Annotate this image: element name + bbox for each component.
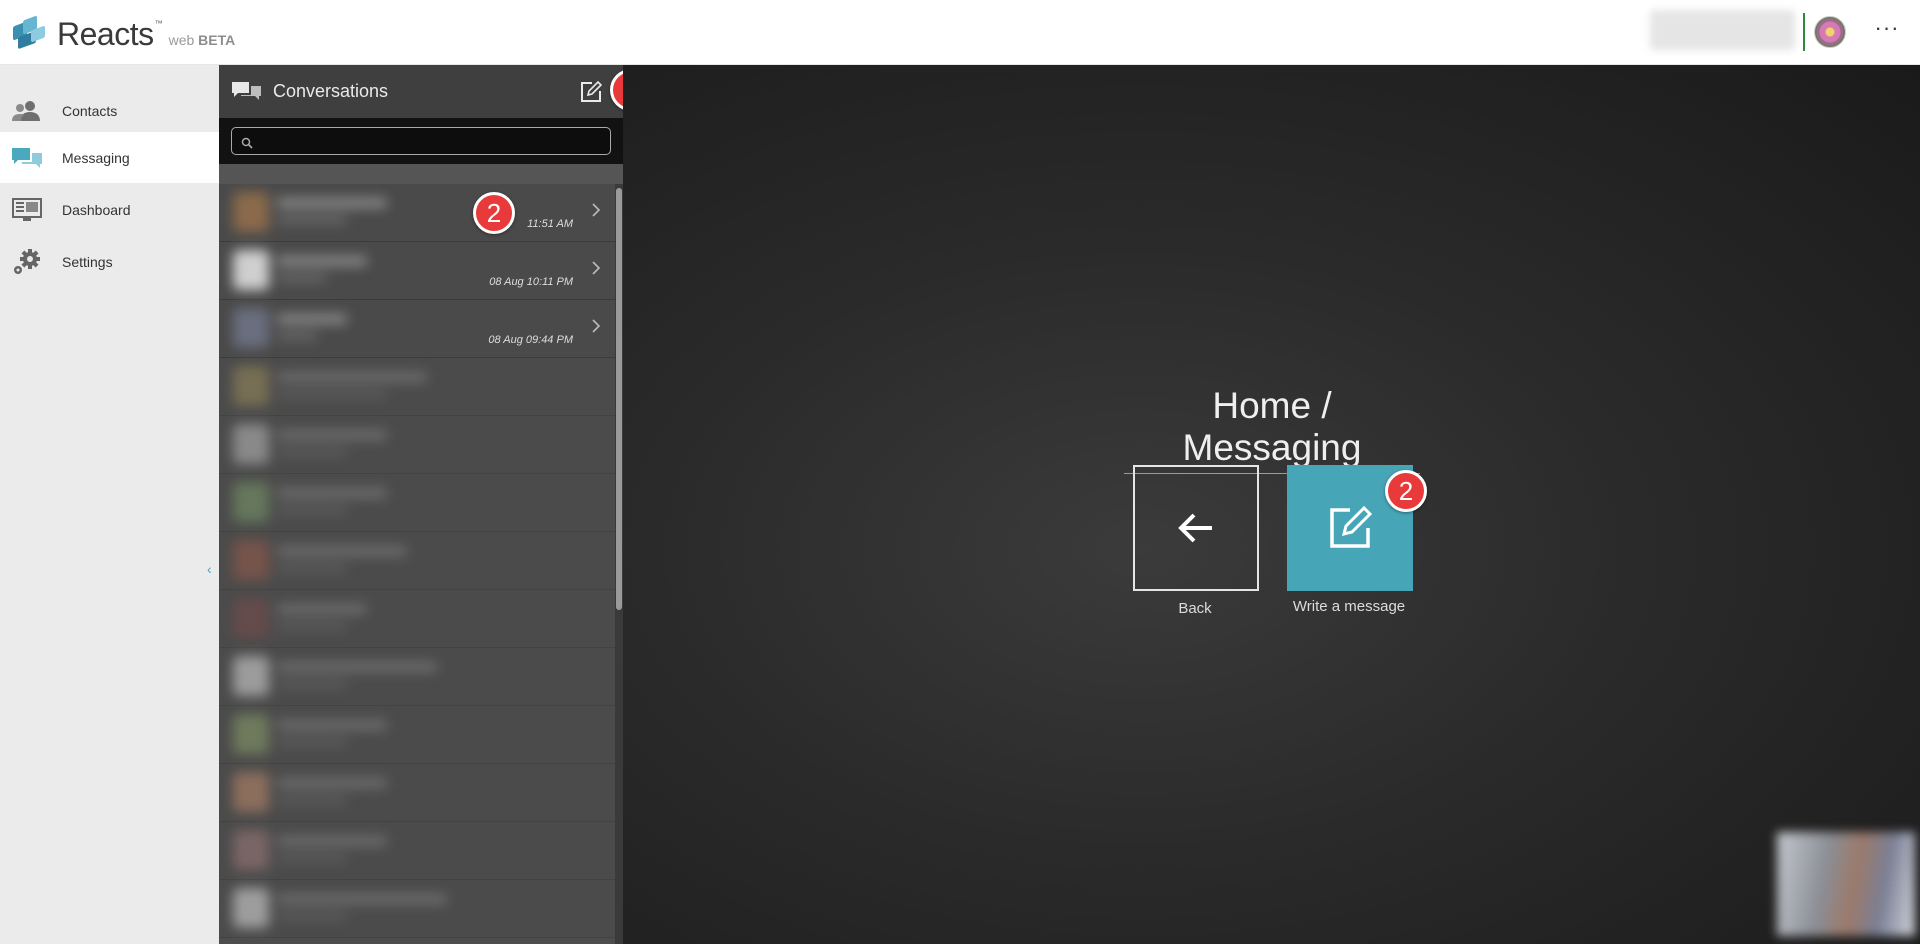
reacts-logo-icon bbox=[13, 14, 47, 50]
trademark: ™ bbox=[154, 19, 163, 28]
scrollbar-thumb[interactable] bbox=[616, 188, 622, 610]
sidebar-item-settings[interactable]: Settings bbox=[0, 236, 219, 287]
conversation-blurred-content bbox=[233, 308, 403, 350]
conversation-row[interactable] bbox=[219, 416, 615, 474]
conversation-row[interactable]: 08 Aug 10:11 PM bbox=[219, 242, 615, 300]
conversations-icon bbox=[232, 82, 262, 107]
compose-icon[interactable] bbox=[580, 80, 603, 103]
breadcrumb: Home / Messaging bbox=[1124, 385, 1420, 474]
conversation-time: 08 Aug 09:44 PM bbox=[488, 334, 573, 346]
user-name-blurred[interactable] bbox=[1650, 10, 1795, 50]
conversation-time: 11:51 AM bbox=[527, 218, 573, 230]
search-bar bbox=[219, 118, 623, 164]
app-subtitle-prefix: web bbox=[168, 32, 195, 48]
conversation-scrollbar[interactable] bbox=[615, 184, 623, 944]
conversation-blurred-content bbox=[233, 888, 447, 930]
write-message-label: Write a message bbox=[1292, 598, 1406, 615]
conversation-row[interactable] bbox=[219, 590, 615, 648]
top-bar: Reacts ™ web BETA ··· bbox=[0, 0, 1920, 65]
compose-icon bbox=[1330, 505, 1373, 548]
app-logo[interactable]: Reacts ™ web BETA bbox=[13, 14, 235, 50]
conversations-title: Conversations bbox=[273, 81, 389, 101]
chevron-right-icon bbox=[591, 318, 601, 339]
dashboard-icon bbox=[12, 197, 42, 223]
beta-label: BETA bbox=[198, 32, 236, 48]
unread-count-badge: 2 bbox=[473, 192, 515, 234]
conversation-blurred-content bbox=[233, 192, 403, 234]
conversation-blurred-content bbox=[233, 772, 403, 814]
back-label: Back bbox=[1178, 600, 1212, 617]
more-options-button[interactable]: ··· bbox=[1870, 17, 1904, 46]
messaging-icon bbox=[12, 145, 42, 171]
list-spacer bbox=[219, 164, 623, 184]
conversation-list: 11:51 AM 08 Aug 10:11 PM 08 Aug 09:44 PM bbox=[219, 184, 615, 944]
conversation-blurred-content bbox=[233, 482, 403, 524]
conversation-blurred-content bbox=[233, 366, 427, 408]
conversation-row[interactable] bbox=[219, 474, 615, 532]
main-content bbox=[623, 65, 1920, 944]
status-divider bbox=[1803, 13, 1805, 51]
sidebar-item-label: Contacts bbox=[62, 102, 118, 119]
app-subtitle: web BETA bbox=[169, 32, 236, 48]
conversation-row[interactable] bbox=[219, 358, 615, 416]
sidebar-item-dashboard[interactable]: Dashboard bbox=[0, 184, 219, 235]
conversation-row[interactable]: 08 Aug 09:44 PM bbox=[219, 300, 615, 358]
conversation-blurred-content bbox=[233, 424, 403, 466]
chevron-right-icon bbox=[591, 260, 601, 281]
sidebar: Contacts Messaging Dashboard Settings ‹ bbox=[0, 65, 219, 944]
conversation-blurred-content bbox=[233, 656, 437, 698]
conversation-row[interactable] bbox=[219, 706, 615, 764]
app-name: Reacts bbox=[57, 16, 154, 52]
conversation-row[interactable] bbox=[219, 764, 615, 822]
sidebar-item-label: Settings bbox=[62, 253, 113, 270]
conversation-blurred-content bbox=[233, 250, 403, 292]
arrow-left-icon bbox=[1178, 513, 1212, 543]
conversations-panel: Conversations 11:51 AM 08 Aug 10:11 PM 0… bbox=[219, 65, 623, 944]
conversation-row[interactable] bbox=[219, 532, 615, 590]
conversation-row[interactable] bbox=[219, 822, 615, 880]
sidebar-item-label: Dashboard bbox=[62, 201, 131, 218]
avatar[interactable] bbox=[1814, 16, 1846, 48]
conversation-blurred-content bbox=[233, 540, 407, 582]
collapse-sidebar-icon[interactable]: ‹ bbox=[207, 561, 212, 577]
conversations-header: Conversations bbox=[219, 65, 623, 118]
settings-icon bbox=[12, 248, 42, 275]
search-input[interactable] bbox=[231, 127, 611, 155]
video-preview[interactable] bbox=[1777, 832, 1915, 936]
sidebar-item-messaging[interactable]: Messaging bbox=[0, 132, 219, 183]
conversation-time: 08 Aug 10:11 PM bbox=[489, 276, 573, 288]
conversation-blurred-content bbox=[233, 598, 403, 640]
conversation-row[interactable]: 11:51 AM bbox=[219, 184, 615, 242]
search-icon bbox=[241, 136, 253, 154]
conversation-blurred-content bbox=[233, 830, 403, 872]
conversation-row[interactable] bbox=[219, 648, 615, 706]
conversation-row[interactable] bbox=[219, 880, 615, 938]
sidebar-item-label: Messaging bbox=[62, 149, 130, 166]
sidebar-item-contacts[interactable]: Contacts bbox=[0, 85, 219, 136]
conversation-blurred-content bbox=[233, 714, 403, 756]
contacts-icon bbox=[12, 98, 42, 124]
back-button[interactable] bbox=[1133, 465, 1259, 591]
chevron-right-icon bbox=[591, 202, 601, 223]
write-message-badge: 2 bbox=[1385, 470, 1427, 512]
